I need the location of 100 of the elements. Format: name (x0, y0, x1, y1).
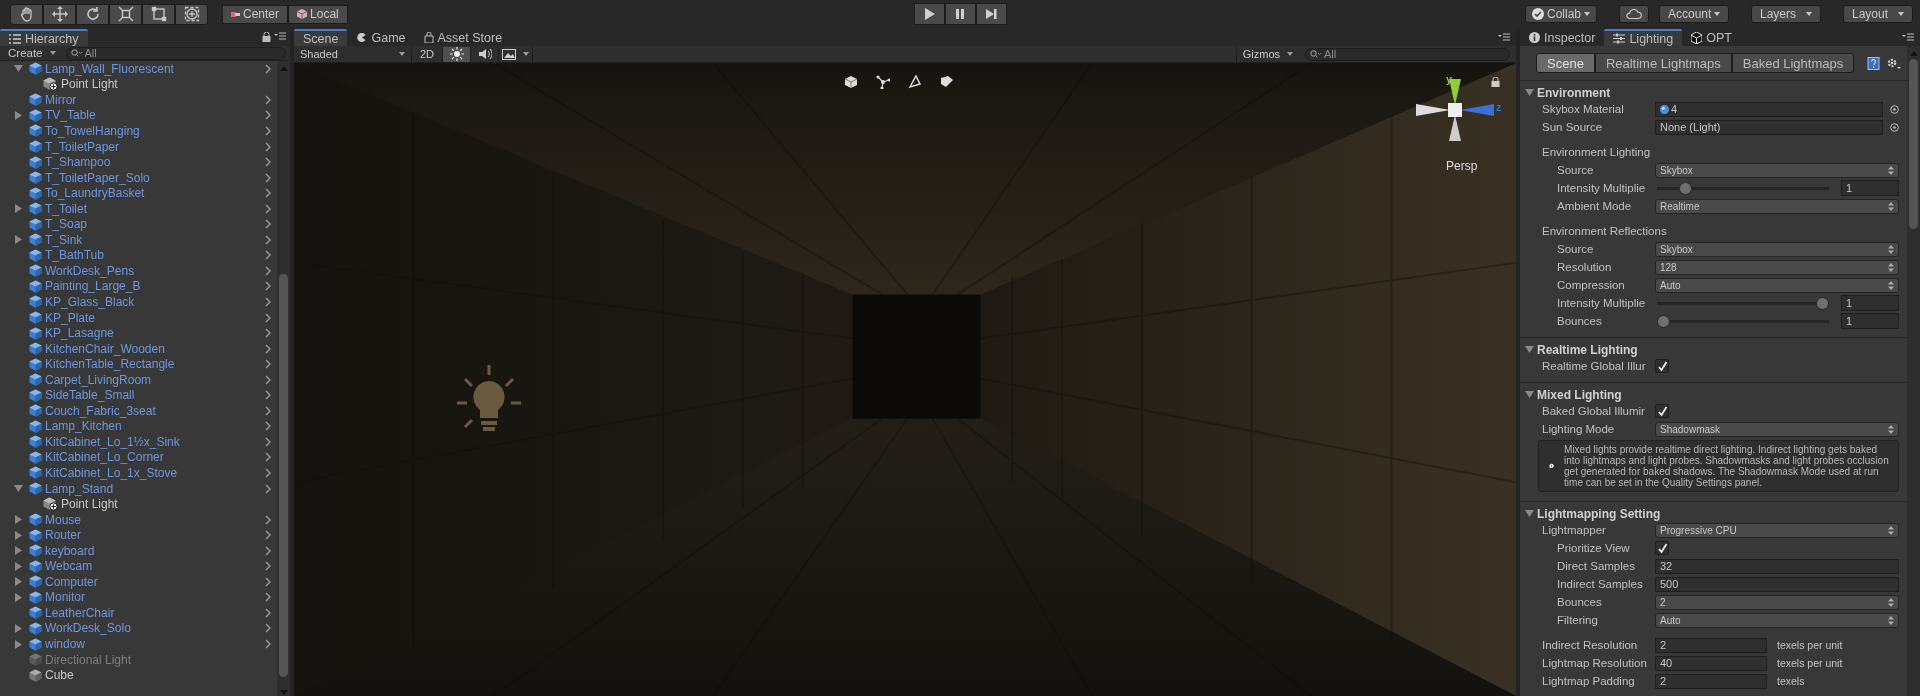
collapsed-arrow-icon[interactable] (14, 204, 23, 214)
chevron-icon[interactable] (265, 390, 271, 401)
chevron-icon[interactable] (265, 203, 271, 214)
chevron-icon[interactable] (265, 592, 271, 603)
chevron-icon[interactable] (265, 219, 271, 230)
hierarchy-item[interactable]: KitchenTable_Rectangle (45, 357, 175, 372)
hierarchy-item[interactable]: Cube (45, 668, 74, 683)
collab-dropdown[interactable]: Collab (1524, 5, 1597, 23)
checkbox[interactable] (1655, 404, 1669, 418)
scene-lighting-toggle[interactable] (443, 46, 472, 62)
checkbox[interactable] (1655, 359, 1669, 373)
hierarchy-item[interactable]: To_TowelHanging (45, 123, 140, 138)
hierarchy-item[interactable]: Painting_Large_B (45, 279, 141, 294)
dropdown[interactable]: Skybox (1655, 162, 1899, 178)
hierarchy-item[interactable]: KP_Plate (45, 310, 96, 325)
rect-tool-tool-button[interactable] (142, 3, 175, 25)
shading-mode-dropdown[interactable]: Shaded (294, 46, 412, 62)
chevron-icon[interactable] (265, 94, 271, 105)
text-field[interactable]: 40 (1655, 655, 1767, 671)
lock-icon[interactable] (1491, 77, 1500, 87)
chevron-icon[interactable] (265, 576, 271, 587)
hierarchy-item[interactable]: KP_Glass_Black (45, 294, 135, 309)
hierarchy-item[interactable]: Computer (45, 574, 98, 589)
panel-tab[interactable]: Game (347, 29, 415, 46)
text-field[interactable]: 2 (1655, 637, 1767, 653)
chevron-icon[interactable] (265, 436, 271, 447)
pause-button[interactable] (944, 3, 976, 25)
hand-tool-button[interactable] (10, 3, 43, 25)
hierarchy-item[interactable]: WorkDesk_Solo (45, 621, 131, 636)
chevron-icon[interactable] (265, 312, 271, 323)
dropdown[interactable]: Auto (1655, 277, 1899, 293)
dropdown[interactable]: Shadowmask (1655, 421, 1899, 437)
menu-dropdown[interactable]: Layers (1751, 5, 1821, 23)
panel-tab[interactable]: Scene (294, 29, 348, 46)
chevron-icon[interactable] (265, 141, 271, 152)
pen-icon[interactable] (908, 75, 922, 89)
chevron-icon[interactable] (265, 125, 271, 136)
chevron-icon[interactable] (265, 545, 271, 556)
hierarchy-item[interactable]: T_Soap (45, 217, 88, 232)
hierarchy-tab[interactable]: Hierarchy (0, 29, 88, 46)
dropdown[interactable]: Realtime (1655, 198, 1899, 214)
hierarchy-item[interactable]: Router (45, 528, 82, 543)
lighting-subtab[interactable]: Scene (1536, 53, 1595, 73)
collapsed-arrow-icon[interactable] (14, 561, 23, 571)
chevron-icon[interactable] (265, 468, 271, 478)
chevron-icon[interactable] (265, 561, 271, 572)
collapsed-arrow-icon[interactable] (14, 592, 23, 602)
lock-icon[interactable] (262, 32, 271, 42)
projection-label[interactable]: Persp (1446, 159, 1478, 173)
number-field[interactable]: 1 (1841, 313, 1899, 329)
hierarchy-item[interactable]: T_ToiletPaper (45, 139, 120, 154)
dropdown[interactable]: 128 (1655, 259, 1899, 275)
hierarchy-item[interactable]: WorkDesk_Pens (45, 263, 135, 278)
panel-tab[interactable]: Lighting (1604, 29, 1683, 46)
effects-dropdown[interactable] (499, 46, 534, 62)
play-button[interactable] (913, 3, 945, 25)
hierarchy-item[interactable]: LeatherChair (45, 605, 115, 620)
section-header[interactable]: Mixed Lighting (1520, 387, 1907, 402)
menu-icon[interactable] (274, 32, 286, 40)
chevron-icon[interactable] (265, 421, 271, 432)
collapsed-arrow-icon[interactable] (14, 110, 23, 120)
hierarchy-item[interactable]: Point Light (61, 77, 118, 92)
hierarchy-item[interactable]: window (45, 637, 86, 651)
create-dropdown[interactable]: Create (4, 46, 60, 60)
lighting-subtab[interactable]: Baked Lightmaps (1731, 53, 1855, 73)
help-book-icon[interactable] (1867, 56, 1880, 70)
collapsed-arrow-icon[interactable] (14, 546, 23, 556)
chevron-icon[interactable] (265, 328, 271, 339)
chevron-icon[interactable] (265, 63, 271, 74)
nodes-icon[interactable] (876, 75, 890, 89)
chevron-icon[interactable] (265, 281, 271, 292)
menu-icon[interactable] (1902, 33, 1914, 41)
hierarchy-item[interactable]: Mouse (45, 512, 82, 527)
hierarchy-item[interactable]: To_LaundryBasket (45, 186, 145, 201)
hierarchy-item[interactable]: Lamp_Kitchen (45, 419, 122, 434)
hierarchy-item[interactable]: KitCabinet_Lo_1½x_Sink (45, 434, 180, 449)
panel-tab[interactable]: Inspector (1520, 29, 1605, 46)
chevron-icon[interactable] (265, 623, 271, 634)
hierarchy-item[interactable]: KitCabinet_Lo_Corner (45, 450, 164, 465)
hierarchy-item[interactable]: T_Sink (45, 232, 83, 247)
chevron-icon[interactable] (265, 483, 271, 494)
section-header[interactable]: Environment (1520, 85, 1907, 100)
chevron-icon[interactable] (265, 530, 271, 541)
number-field[interactable]: 1 (1841, 295, 1899, 311)
dropdown[interactable]: Auto (1655, 612, 1899, 628)
menu-dropdown[interactable]: Layout (1843, 5, 1913, 23)
menu-icon[interactable] (1498, 33, 1510, 41)
hierarchy-item[interactable]: Monitor (45, 590, 85, 605)
hierarchy-item[interactable]: Carpet_LivingRoom (45, 372, 152, 387)
chevron-icon[interactable] (265, 405, 271, 416)
hierarchy-item[interactable]: Point Light (61, 497, 118, 512)
chevron-icon[interactable] (265, 514, 271, 525)
slider-thumb[interactable] (1816, 296, 1829, 310)
text-field[interactable]: 2 (1655, 673, 1767, 689)
chevron-icon[interactable] (265, 296, 271, 307)
collapsed-arrow-icon[interactable] (14, 530, 23, 540)
section-header[interactable]: Realtime Lighting (1520, 342, 1907, 357)
slider-thumb[interactable] (1657, 314, 1670, 328)
chevron-icon[interactable] (265, 607, 271, 618)
step-button[interactable] (975, 3, 1007, 25)
